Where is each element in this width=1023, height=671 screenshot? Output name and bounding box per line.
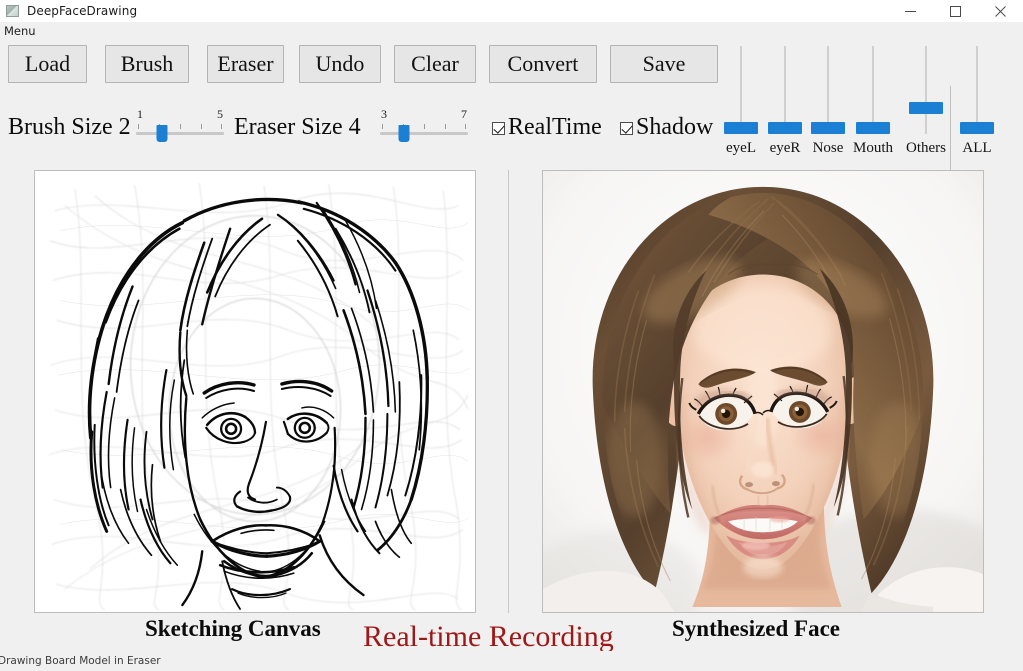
slider-all-handle[interactable]: [960, 122, 994, 134]
slider-mouth-label: Mouth: [852, 140, 893, 156]
slider-nose[interactable]: Nose: [805, 42, 851, 157]
slider-all-label: ALL: [962, 140, 992, 156]
close-button[interactable]: [978, 0, 1023, 22]
slider-nose-label: Nose: [812, 140, 844, 156]
slider-others-handle[interactable]: [909, 102, 943, 114]
component-sliders: eyeL eyeR Nose Mouth Others ALL: [0, 42, 1023, 184]
slider-eyeR-handle[interactable]: [768, 122, 802, 134]
slider-others[interactable]: Others: [903, 42, 949, 157]
app-icon: [6, 5, 19, 17]
slider-eyeL[interactable]: eyeL: [718, 42, 764, 157]
slider-nose-groove: [827, 46, 829, 134]
menu-bar: Menu: [0, 22, 1023, 40]
minimize-button[interactable]: [888, 0, 933, 22]
status-bar: Drawing Board Model in Eraser: [0, 651, 1023, 671]
title-bar: DeepFaceDrawing: [0, 0, 1023, 22]
slider-nose-handle[interactable]: [811, 122, 845, 134]
sketching-canvas-caption: Sketching Canvas: [145, 616, 321, 641]
menu-item-menu[interactable]: Menu: [1, 24, 39, 38]
maximize-button[interactable]: [933, 0, 978, 22]
recording-overlay-line1: Real-time Recording: [363, 620, 614, 653]
slider-mouth-handle[interactable]: [856, 122, 890, 134]
synthesized-face-caption: Synthesized Face: [672, 616, 841, 641]
slider-eyeR-label: eyeR: [769, 140, 801, 156]
slider-mouth-groove: [872, 46, 874, 134]
slider-eyeL-groove: [740, 46, 742, 134]
slider-all-groove: [976, 46, 978, 134]
slider-mouth[interactable]: Mouth: [850, 42, 896, 157]
slider-others-label: Others: [906, 140, 946, 156]
panel-divider: [508, 170, 509, 613]
slider-all[interactable]: ALL: [954, 42, 1000, 157]
synthesized-face-panel: [542, 170, 984, 613]
slider-others-groove: [925, 46, 927, 134]
sketching-canvas-panel[interactable]: [34, 170, 476, 613]
slider-eyeL-label: eyeL: [726, 140, 756, 156]
application-window: DeepFaceDrawing Menu Load Brush Eraser U…: [0, 0, 1023, 671]
sketch-drawing[interactable]: [35, 171, 475, 612]
synthesized-face-image: [543, 171, 983, 612]
slider-eyeR[interactable]: eyeR: [762, 42, 808, 157]
slider-eyeL-handle[interactable]: [724, 122, 758, 134]
slider-eyeR-groove: [784, 46, 786, 134]
status-message: Drawing Board Model in Eraser: [0, 655, 161, 667]
window-controls: [888, 0, 1023, 22]
window-title: DeepFaceDrawing: [27, 4, 138, 18]
